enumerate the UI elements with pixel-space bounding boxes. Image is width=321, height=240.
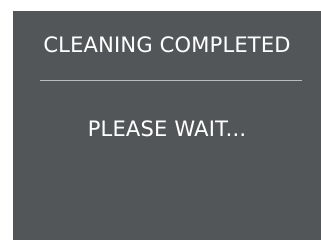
screen-title: CLEANING COMPLETED (43, 33, 291, 57)
status-message: PLEASE WAIT... (87, 117, 247, 141)
divider (40, 80, 302, 81)
status-screen: CLEANING COMPLETED PLEASE WAIT... (13, 11, 321, 240)
